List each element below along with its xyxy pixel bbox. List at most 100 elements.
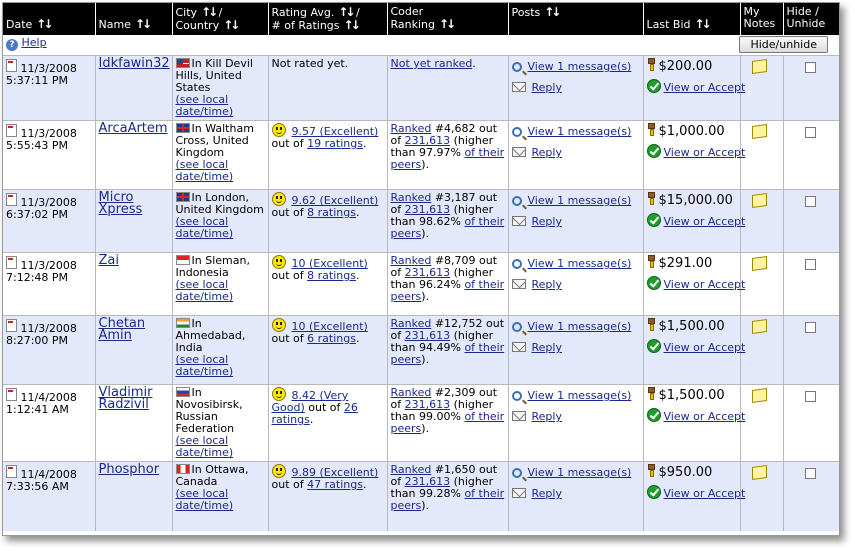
sort-icon[interactable]: ↑↓ [338,5,355,19]
coder-name-link[interactable]: Zai [99,253,119,268]
reply-link[interactable]: Reply [532,146,562,159]
view-messages-link[interactable]: View 1 message(s) [528,466,632,479]
sort-icon[interactable]: ↑↓ [695,17,712,31]
view-accept-link[interactable]: View or Accept [664,410,746,423]
bid-amount: $950.00 [658,465,713,480]
view-messages-link[interactable]: View 1 message(s) [528,60,632,73]
local-time-link[interactable]: (see local date/time) [176,158,234,183]
note-icon[interactable] [751,464,767,481]
note-icon[interactable] [751,318,767,335]
view-accept-link[interactable]: View or Accept [664,215,746,228]
hide-checkbox[interactable] [804,259,816,270]
ratings-count-link[interactable]: 47 ratings [307,478,363,491]
cell-posts: View 1 message(s) Reply [508,315,644,385]
cell-ranking: Ranked #2,309 out of 231,613 (higher tha… [387,384,509,462]
local-time-link[interactable]: (see local date/time) [176,353,234,378]
coder-name-link[interactable]: Vladimir Radzivil [99,385,153,412]
sort-icon[interactable]: ↑↓ [544,5,561,19]
local-time-link[interactable]: (see local date/time) [176,487,234,512]
cell-location: In London, United Kingdom (see local dat… [172,189,269,253]
note-icon[interactable] [751,58,767,75]
not-rated-text: Not rated yet. [271,57,349,70]
help-link[interactable]: Help [22,36,47,49]
cell-location: In Novosibirsk, Russian Federation (see … [172,384,269,462]
ratings-count-link[interactable]: 8 ratings [307,206,356,219]
bid-amount: $1,500.00 [658,388,725,403]
ratings-count-link[interactable]: 19 ratings [307,137,363,150]
reply-link[interactable]: Reply [532,278,562,291]
local-time-link[interactable]: (see local date/time) [176,215,234,240]
local-time-link[interactable]: (see local date/time) [176,278,234,303]
smiley-icon [271,464,286,478]
hide-unhide-button[interactable]: Hide/unhide [739,36,828,53]
rank-link[interactable]: Not yet ranked [391,57,473,70]
note-icon[interactable] [751,192,767,209]
view-accept-link[interactable]: View or Accept [664,146,746,159]
col-last-bid[interactable]: Last Bid ↑↓ [643,3,741,35]
reply-link[interactable]: Reply [532,410,562,423]
cell-last-bid: $1,000.00 View or Accept [643,120,745,190]
hide-checkbox[interactable] [804,468,816,479]
bid-document-icon[interactable] [6,59,17,72]
view-messages-link[interactable]: View 1 message(s) [528,194,632,207]
reply-link[interactable]: Reply [532,81,562,94]
sort-icon[interactable]: ↑↓ [344,18,361,32]
hide-checkbox[interactable] [804,322,816,333]
cell-hide [783,315,839,385]
cell-hide [783,189,839,253]
auction-hammer-icon [647,58,657,71]
view-messages-link[interactable]: View 1 message(s) [528,320,632,333]
cell-date: 11/3/2008 8:27:00 PM [3,315,96,385]
note-icon[interactable] [751,123,767,140]
col-posts[interactable]: Posts ↑↓ [508,3,644,35]
view-accept-link[interactable]: View or Accept [664,81,746,94]
cell-location: In Ottawa, Canada (see local date/time) [172,461,269,531]
coder-name-link[interactable]: ArcaArtem [99,121,168,136]
view-accept-link[interactable]: View or Accept [664,341,746,354]
sort-icon[interactable]: ↑↓ [439,17,456,31]
sort-icon[interactable]: ↑↓ [135,17,152,31]
cell-ranking: Ranked #8,709 out of 231,613 (higher tha… [387,252,509,316]
col-coder-ranking[interactable]: Coder Ranking ↑↓ [387,3,509,35]
sort-icon[interactable]: ↑↓ [36,17,53,31]
sort-icon[interactable]: ↑↓ [223,18,240,32]
reply-link[interactable]: Reply [532,215,562,228]
cell-date: 11/3/2008 5:37:11 PM [3,55,96,121]
bid-document-icon[interactable] [6,388,17,401]
local-time-link[interactable]: (see local date/time) [176,434,234,459]
local-time-link[interactable]: (see local date/time) [176,93,234,118]
coder-name-link[interactable]: Phosphor [99,462,160,477]
view-messages-link[interactable]: View 1 message(s) [528,389,632,402]
coder-name-link[interactable]: Chetan Amin [99,316,146,343]
bid-document-icon[interactable] [6,319,17,332]
view-messages-link[interactable]: View 1 message(s) [528,257,632,270]
bid-amount: $291.00 [658,256,713,271]
hide-checkbox[interactable] [804,196,816,207]
hide-checkbox[interactable] [804,127,816,138]
col-name[interactable]: Name ↑↓ [95,3,173,35]
coder-name-link[interactable]: Micro Xpress [99,190,143,217]
note-icon[interactable] [751,387,767,404]
col-date[interactable]: Date ↑↓ [3,3,96,35]
help-row: ? Help Hide/unhide [3,35,839,56]
sort-icon[interactable]: ↑↓ [201,5,218,19]
view-accept-link[interactable]: View or Accept [664,487,746,500]
bid-document-icon[interactable] [6,193,17,206]
col-city-country[interactable]: City ↑↓ / Country ↑↓ [172,3,269,35]
coder-name-link[interactable]: Idkfawin32 [99,56,170,71]
hide-checkbox[interactable] [804,391,816,402]
bid-document-icon[interactable] [6,256,17,269]
view-accept-link[interactable]: View or Accept [664,278,746,291]
hide-checkbox[interactable] [804,62,816,73]
reply-link[interactable]: Reply [532,487,562,500]
help-icon[interactable]: ? [6,39,18,51]
reply-link[interactable]: Reply [532,341,562,354]
ratings-count-link[interactable]: 8 ratings [307,269,356,282]
note-icon[interactable] [751,255,767,272]
view-messages-link[interactable]: View 1 message(s) [528,125,632,138]
ratings-count-link[interactable]: 6 ratings [307,332,356,345]
bid-document-icon[interactable] [6,124,17,137]
cell-ranking: Not yet ranked. [387,55,509,121]
col-rating[interactable]: Rating Avg. ↑↓ / # of Ratings ↑↓ [268,3,388,35]
bid-document-icon[interactable] [6,465,17,478]
